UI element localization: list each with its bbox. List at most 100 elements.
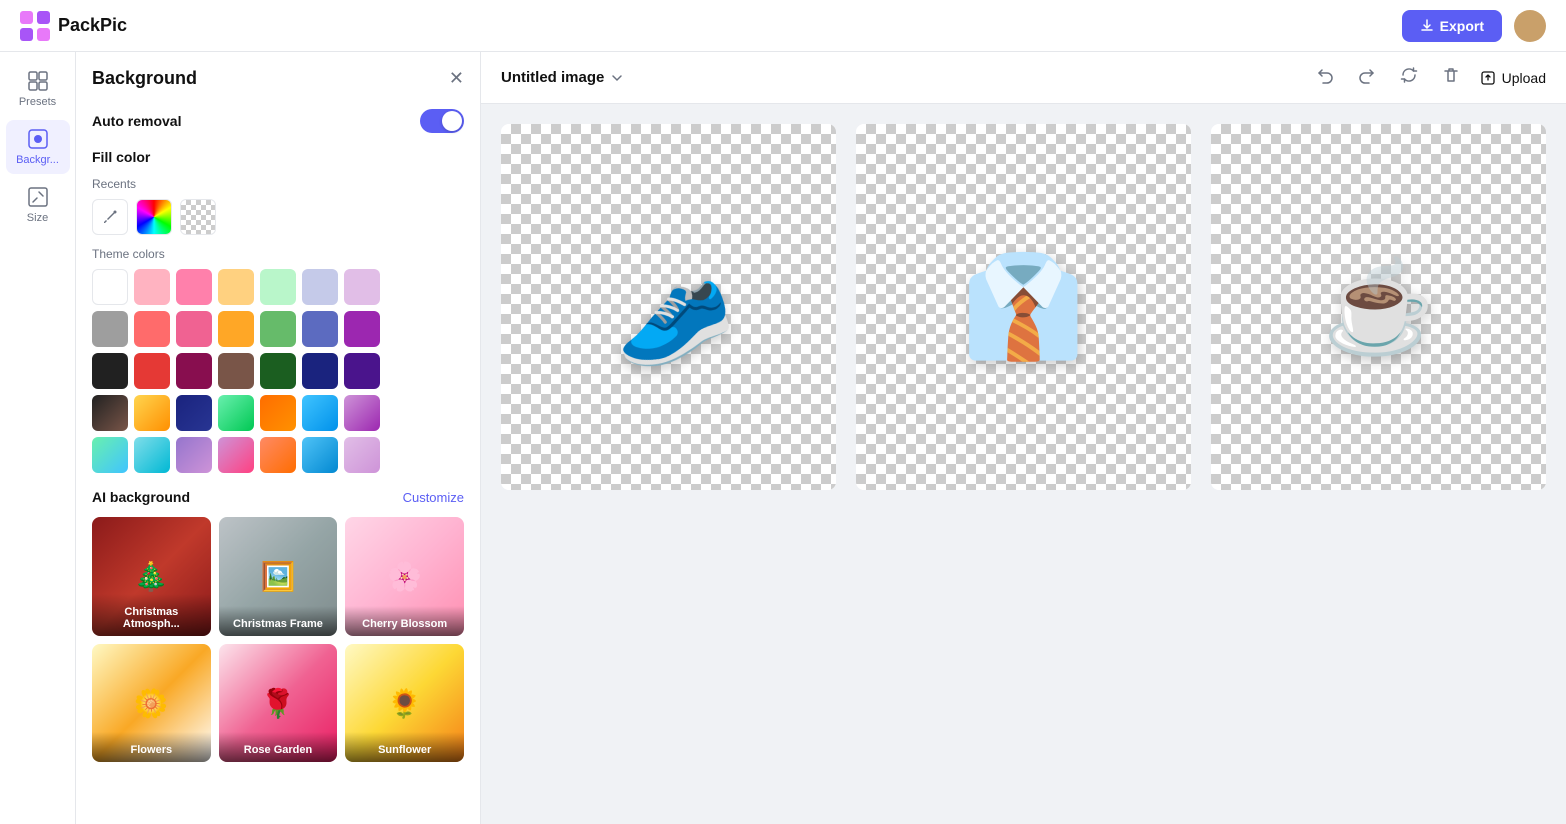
color-grad-orange[interactable]	[260, 395, 296, 431]
color-grad-dark-brown[interactable]	[92, 395, 128, 431]
ai-bg-christmas-frame[interactable]: 🖼️ Christmas Frame	[219, 517, 338, 636]
color-orange[interactable]	[218, 311, 254, 347]
image-card-01[interactable]: 👟 01	[501, 124, 836, 490]
background-icon	[27, 128, 49, 150]
size-icon	[27, 186, 49, 208]
background-panel: Background ✕ Auto removal Fill color Rec…	[76, 52, 481, 824]
color-navy[interactable]	[302, 353, 338, 389]
color-light-green[interactable]	[260, 269, 296, 305]
color-dark-green[interactable]	[260, 353, 296, 389]
fill-color-section: Fill color Recents Theme colors	[92, 149, 464, 473]
ai-bg-header: AI background Customize	[92, 489, 464, 505]
color-gray[interactable]	[92, 311, 128, 347]
color-maroon[interactable]	[176, 353, 212, 389]
color-peach[interactable]	[218, 269, 254, 305]
color-grad-navy[interactable]	[176, 395, 212, 431]
main-layout: Presets Backgr... Size Background ✕ Auto…	[0, 52, 1566, 824]
undo-button[interactable]	[1312, 62, 1338, 93]
image-card-02[interactable]: 👔 02	[856, 124, 1191, 490]
image-card-03[interactable]: ☕ 03	[1211, 124, 1546, 490]
auto-removal-section: Auto removal	[92, 109, 464, 133]
app-name: PackPic	[58, 15, 127, 36]
color-deep-purple[interactable]	[344, 353, 380, 389]
ai-bg-flowers1[interactable]: 🌼 Flowers	[92, 644, 211, 763]
theme-colors-label: Theme colors	[92, 247, 464, 261]
ai-bg-label-christmas-atmos: Christmas Atmosph...	[92, 594, 211, 636]
auto-removal-toggle[interactable]	[420, 109, 464, 133]
product-sneaker: 👟	[593, 234, 744, 379]
color-grad-sky[interactable]	[302, 437, 338, 473]
color-purple[interactable]	[344, 311, 380, 347]
color-rose[interactable]	[176, 311, 212, 347]
user-avatar[interactable]	[1514, 10, 1546, 42]
multicolor-swatch[interactable]	[136, 199, 172, 235]
delete-button[interactable]	[1438, 62, 1464, 93]
canvas-content: 👟 01 👔 02 ☕ 03	[481, 104, 1566, 824]
toggle-knob	[442, 111, 462, 131]
ai-bg-label-flowers1: Flowers	[92, 732, 211, 762]
download-icon	[1420, 19, 1434, 33]
color-grad-cyan[interactable]	[134, 437, 170, 473]
fill-color-label: Fill color	[92, 149, 464, 165]
ai-bg-label-christmas-frame: Christmas Frame	[219, 606, 338, 636]
color-white[interactable]	[92, 269, 128, 305]
sidebar-item-size[interactable]: Size	[6, 178, 70, 232]
color-grad-green[interactable]	[218, 395, 254, 431]
ai-bg-christmas-atmos[interactable]: 🎄 Christmas Atmosph...	[92, 517, 211, 636]
canvas-title-text: Untitled image	[501, 69, 604, 86]
export-button[interactable]: Export	[1402, 10, 1502, 42]
color-light-pink[interactable]	[134, 269, 170, 305]
color-dark[interactable]	[92, 353, 128, 389]
app-logo: PackPic	[20, 11, 127, 41]
close-panel-button[interactable]: ✕	[449, 68, 464, 89]
ai-bg-label-cherry: Cherry Blossom	[345, 606, 464, 636]
ai-bg-cherry-blossom[interactable]: 🌸 Cherry Blossom	[345, 517, 464, 636]
color-grad-teal[interactable]	[92, 437, 128, 473]
color-periwinkle[interactable]	[302, 269, 338, 305]
panel-title: Background	[92, 68, 197, 89]
header-actions: Export	[1402, 10, 1546, 42]
color-brown[interactable]	[218, 353, 254, 389]
theme-color-grid	[92, 269, 464, 473]
color-grad-soft-purple[interactable]	[344, 437, 380, 473]
ai-bg-grid: 🎄 Christmas Atmosph... 🖼️ Christmas Fram…	[92, 517, 464, 762]
upload-button[interactable]: Upload	[1480, 70, 1546, 86]
ai-bg-title: AI background	[92, 489, 190, 505]
canvas-title-section[interactable]: Untitled image	[501, 69, 624, 86]
logo-icon	[20, 11, 50, 41]
color-indigo[interactable]	[302, 311, 338, 347]
image-grid: 👟 01 👔 02 ☕ 03	[501, 124, 1546, 490]
recent-colors-row	[92, 199, 464, 235]
sidebar-icons: Presets Backgr... Size	[0, 52, 76, 824]
redo-button[interactable]	[1354, 62, 1380, 93]
color-grad-purple[interactable]	[344, 395, 380, 431]
ai-bg-flowers2[interactable]: 🌹 Rose Garden	[219, 644, 338, 763]
ai-bg-flowers3[interactable]: 🌻 Sunflower	[345, 644, 464, 763]
eyedropper-tool[interactable]	[92, 199, 128, 235]
refresh-button[interactable]	[1396, 62, 1422, 93]
color-grad-violet[interactable]	[176, 437, 212, 473]
upload-icon	[1480, 70, 1496, 86]
color-grad-pink-purple[interactable]	[218, 437, 254, 473]
color-red[interactable]	[134, 353, 170, 389]
sidebar-item-presets[interactable]: Presets	[6, 62, 70, 116]
color-grad-coral[interactable]	[260, 437, 296, 473]
image-canvas-02: 👔	[856, 124, 1191, 490]
canvas-toolbar: Untitled image	[481, 52, 1566, 104]
color-grad-gold[interactable]	[134, 395, 170, 431]
sidebar-item-background[interactable]: Backgr...	[6, 120, 70, 174]
color-grad-blue[interactable]	[302, 395, 338, 431]
customize-link[interactable]: Customize	[403, 490, 464, 505]
canvas-area: Untitled image	[481, 52, 1566, 824]
color-green[interactable]	[260, 311, 296, 347]
auto-removal-label: Auto removal	[92, 113, 181, 129]
product-shirt: 👔	[961, 249, 1086, 366]
recents-label: Recents	[92, 177, 464, 191]
canvas-actions-group: Upload	[1312, 62, 1546, 93]
transparent-swatch[interactable]	[180, 199, 216, 235]
presets-icon	[27, 70, 49, 92]
ai-bg-label-flowers3: Sunflower	[345, 732, 464, 762]
color-pink[interactable]	[176, 269, 212, 305]
color-salmon[interactable]	[134, 311, 170, 347]
color-lavender[interactable]	[344, 269, 380, 305]
